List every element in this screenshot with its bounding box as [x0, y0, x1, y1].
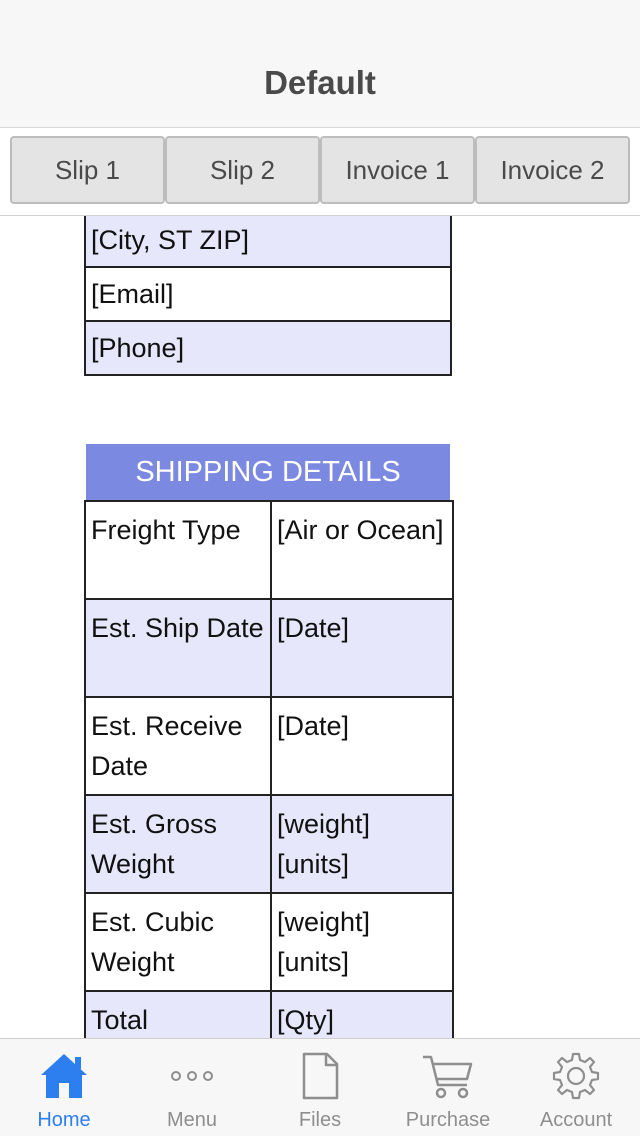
home-icon: [0, 1049, 128, 1103]
tabbar-label: Account: [539, 1109, 613, 1131]
table-row: Est. Cubic Weight [weight] [units]: [84, 892, 454, 992]
tabbar-item-menu[interactable]: Menu: [128, 1039, 256, 1136]
shipping-value-cell: [Date]: [270, 598, 454, 698]
shipping-label-cell: Est. Ship Date: [84, 598, 272, 698]
address-table: [City, ST ZIP] [Email] [Phone]: [84, 216, 452, 376]
address-phone-cell: [Phone]: [84, 320, 452, 376]
tabbar-label: Purchase: [405, 1109, 491, 1131]
shipping-label-cell: Est. Gross Weight: [84, 794, 272, 894]
tabbar-label: Home: [37, 1109, 91, 1131]
shipping-value-cell: [weight] [units]: [270, 892, 454, 992]
address-city-cell: [City, ST ZIP]: [84, 216, 452, 268]
shipping-label-cell: Freight Type: [84, 500, 272, 600]
tab-invoice-2[interactable]: Invoice 2: [475, 136, 630, 204]
tabbar-item-files[interactable]: Files: [256, 1039, 384, 1136]
page-title: Default: [264, 64, 376, 101]
more-dots-icon: [128, 1049, 256, 1103]
document-tab-strip: Slip 1 Slip 2 Invoice 1 Invoice 2: [0, 128, 640, 216]
tabbar-label: Files: [298, 1109, 342, 1131]
address-email-cell: [Email]: [84, 266, 452, 322]
gear-icon: [512, 1049, 640, 1103]
tabbar-label: Menu: [166, 1109, 218, 1131]
address-row-email: [Email]: [84, 266, 452, 322]
bottom-tab-bar: Home Menu Files Purchase Account: [0, 1038, 640, 1136]
table-row: Total [Qty]: [84, 990, 454, 1038]
table-row: Est. Gross Weight [weight] [units]: [84, 794, 454, 894]
table-row: Freight Type [Air or Ocean]: [84, 500, 454, 600]
shipping-value-cell: [Qty]: [270, 990, 454, 1038]
cart-icon: [384, 1049, 512, 1103]
document-preview[interactable]: [City, ST ZIP] [Email] [Phone] SHIPPING …: [0, 216, 640, 1038]
tab-slip-2[interactable]: Slip 2: [165, 136, 320, 204]
tabbar-item-purchase[interactable]: Purchase: [384, 1039, 512, 1136]
shipping-value-cell: [Date]: [270, 696, 454, 796]
address-row-city: [City, ST ZIP]: [84, 216, 452, 268]
tab-slip-1[interactable]: Slip 1: [10, 136, 165, 204]
navigation-bar: Default: [0, 0, 640, 128]
app-screen: Default Slip 1 Slip 2 Invoice 1 Invoice …: [0, 0, 640, 1136]
shipping-details-header: SHIPPING DETAILS: [86, 444, 450, 500]
shipping-label-cell: Est. Cubic Weight: [84, 892, 272, 992]
table-row: Est. Receive Date [Date]: [84, 696, 454, 796]
table-row: Est. Ship Date [Date]: [84, 598, 454, 698]
shipping-value-cell: [Air or Ocean]: [270, 500, 454, 600]
tabbar-item-account[interactable]: Account: [512, 1039, 640, 1136]
tabbar-item-home[interactable]: Home: [0, 1039, 128, 1136]
shipping-label-cell: Total: [84, 990, 272, 1038]
tab-invoice-1[interactable]: Invoice 1: [320, 136, 475, 204]
address-row-phone: [Phone]: [84, 320, 452, 376]
shipping-details-table: Freight Type [Air or Ocean] Est. Ship Da…: [84, 500, 454, 1038]
shipping-value-cell: [weight] [units]: [270, 794, 454, 894]
shipping-label-cell: Est. Receive Date: [84, 696, 272, 796]
file-icon: [256, 1049, 384, 1103]
